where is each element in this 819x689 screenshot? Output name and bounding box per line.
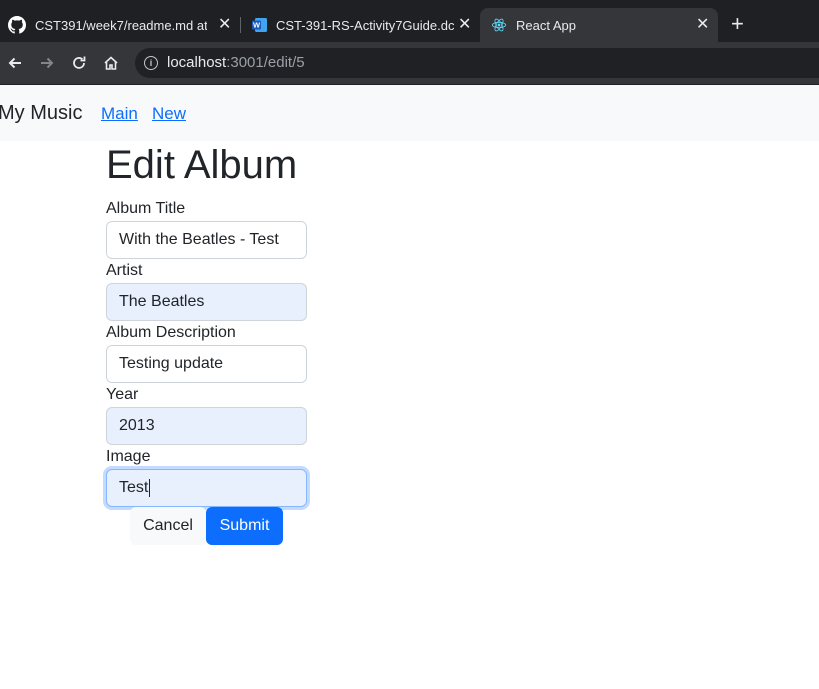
url-text: localhost:3001/edit/5 [167,54,305,71]
year-label: Year [106,386,139,403]
album-description-label: Album Description [106,324,236,341]
image-input[interactable]: Test [106,469,307,507]
tab-title: React App [516,17,576,33]
address-bar[interactable]: i localhost:3001/edit/5 [135,48,819,78]
github-icon [8,16,26,34]
nav-link-main[interactable]: Main [101,104,138,124]
tab-github[interactable]: CST391/week7/readme.md at m ✕ [8,8,240,42]
artist-value: The Beatles [119,293,205,310]
forward-arrow-icon[interactable] [37,53,57,73]
browser-toolbar: i localhost:3001/edit/5 [0,42,819,85]
new-tab-icon[interactable]: + [731,13,744,35]
url-host: localhost [167,54,227,71]
tab-divider [240,17,241,33]
browser-tab-strip: CST391/week7/readme.md at m ✕ W CST-391-… [0,0,819,42]
react-icon [491,18,507,32]
year-input[interactable]: 2013 [106,407,307,445]
tab-title: CST-391-RS-Activity7Guide.dc [276,17,454,33]
album-title-value: With the Beatles - Test [119,231,279,248]
text-caret [149,479,151,497]
close-tab-icon[interactable]: ✕ [696,17,709,33]
cancel-button[interactable]: Cancel [130,507,206,545]
back-arrow-icon[interactable] [5,53,25,73]
word-icon: W [252,18,267,32]
svg-text:W: W [253,21,261,30]
album-title-input[interactable]: With the Beatles - Test [106,221,307,259]
home-icon[interactable] [101,53,121,73]
tab-title: CST391/week7/readme.md at m [35,17,207,33]
image-label: Image [106,448,151,465]
close-tab-icon[interactable]: ✕ [218,17,231,33]
year-value: 2013 [119,417,155,434]
app-navbar: My Music Main New [0,85,819,141]
nav-link-new[interactable]: New [152,104,186,124]
url-path: :3001/edit/5 [226,54,305,71]
tab-word-doc[interactable]: W CST-391-RS-Activity7Guide.dc ✕ [252,8,478,42]
album-title-label: Album Title [106,200,186,217]
navbar-brand[interactable]: My Music [0,102,82,125]
artist-label: Artist [106,262,143,279]
image-value: Test [119,479,149,496]
tab-react-app[interactable]: React App ✕ [480,8,718,42]
site-info-icon[interactable]: i [144,56,158,70]
page-title: Edit Album [106,143,298,187]
artist-input[interactable]: The Beatles [106,283,307,321]
close-tab-icon[interactable]: ✕ [458,17,471,33]
submit-button[interactable]: Submit [206,507,283,545]
reload-icon[interactable] [69,53,89,73]
album-description-value: Testing update [119,355,224,372]
album-description-input[interactable]: Testing update [106,345,307,383]
